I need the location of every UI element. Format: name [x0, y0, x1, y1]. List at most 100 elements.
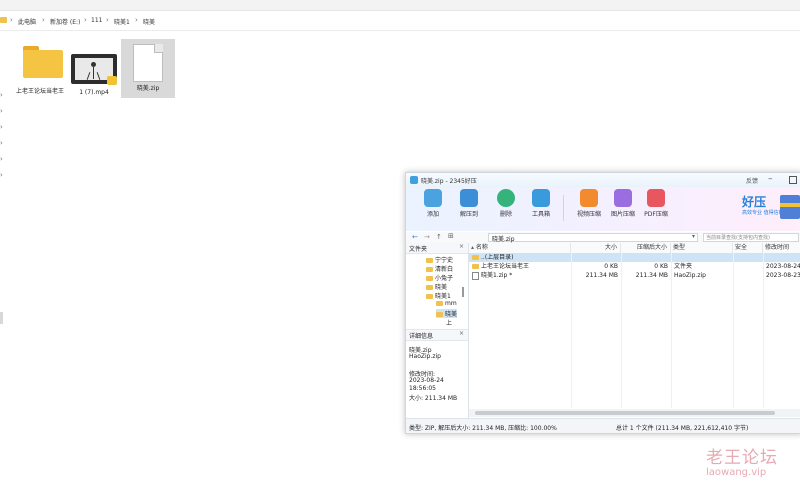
delete-icon	[497, 189, 515, 207]
pdf-compress-label: PDF压缩	[644, 211, 668, 218]
watermark-url: laowang.vip	[706, 467, 767, 478]
table-row[interactable]: 晓美1.zip * 211.34 MB 211.34 MB HaoZip.zip…	[469, 271, 800, 280]
scrollbar-thumb[interactable]	[0, 312, 3, 324]
column-divider	[671, 253, 672, 408]
search-placeholder: 当前目录查找(支持包内查找)	[706, 235, 770, 241]
detail-line: 2023-08-24	[409, 377, 444, 384]
window-title: 晓美.zip - 2345好压	[421, 178, 477, 185]
brand-name: 好压	[742, 195, 767, 209]
column-header-name[interactable]: ▴ 名称	[469, 243, 571, 253]
expand-arrow-icon[interactable]: ›	[0, 155, 3, 163]
row-size: 0 KB	[604, 263, 618, 270]
left-panel: 文件夹 × 宁宁史 清新白 小兔子 晓美 晓美1 mm 晓美 上 详细信息 × …	[406, 243, 469, 418]
tree-item[interactable]: 晓美1	[426, 291, 451, 300]
tree-item[interactable]: 清新白	[426, 264, 453, 273]
tree-scrollbar[interactable]	[462, 287, 464, 297]
breadcrumb-item[interactable]: 新加卷 (E:)	[50, 17, 80, 26]
details-pane-title: 详细信息	[409, 333, 434, 340]
brand-slogan: 高效专业 值得信赖	[742, 210, 784, 216]
up-arrow-icon[interactable]: ↑	[436, 233, 442, 241]
expand-arrow-icon[interactable]: ›	[0, 91, 3, 99]
dropdown-arrow-icon[interactable]: ▾	[692, 233, 695, 240]
column-header-size[interactable]: 大小	[571, 243, 621, 253]
breadcrumb-item[interactable]: 此电脑	[18, 17, 36, 26]
horizontal-scrollbar[interactable]	[469, 409, 800, 417]
view-icon[interactable]: ⊞	[448, 232, 454, 240]
expand-arrow-icon[interactable]: ›	[0, 123, 3, 131]
minimize-icon[interactable]: –	[768, 174, 773, 184]
table-row-selected[interactable]: ..(上层目录)	[469, 253, 800, 262]
file-name: 1 (7).mp4	[79, 89, 109, 96]
feedback-link[interactable]: 反馈	[746, 176, 758, 185]
scrollbar-thumb[interactable]	[475, 411, 775, 415]
column-header-security[interactable]: 安全	[733, 243, 763, 253]
row-packed: 211.34 MB	[635, 272, 668, 279]
file-name: 晓美.zip	[136, 85, 160, 92]
breadcrumb-item[interactable]: 111	[91, 17, 102, 24]
path-field[interactable]: 晓美.zip ▾	[488, 233, 698, 243]
chevron-right-icon: ›	[10, 16, 13, 24]
tree-item[interactable]: mm	[436, 300, 457, 307]
expand-arrow-icon[interactable]: ›	[0, 107, 3, 115]
video-compress-button[interactable]: 视频压缩	[572, 189, 606, 218]
address-bar[interactable]: › 此电脑 › 新加卷 (E:) › 111 › 晓美1 › 晓美	[0, 12, 800, 31]
tree-item[interactable]: 宁宁史	[426, 255, 453, 264]
column-divider	[571, 253, 572, 408]
close-icon[interactable]: ×	[459, 243, 464, 250]
row-packed: 0 KB	[654, 263, 668, 270]
tree-item[interactable]: 小兔子	[426, 273, 453, 282]
zip-file-icon	[472, 271, 479, 280]
chevron-right-icon: ›	[106, 16, 109, 24]
tree-item[interactable]: 晓美	[426, 282, 447, 291]
image-compress-button[interactable]: 图片压缩	[606, 189, 640, 218]
breadcrumb-item[interactable]: 晓美	[143, 17, 155, 26]
toolbox-button[interactable]: 工具箱	[524, 189, 558, 218]
status-left: 类型: ZIP, 解压后大小: 211.34 MB, 压缩比: 100.00%	[409, 425, 557, 432]
folder-icon	[472, 264, 479, 269]
expand-arrow-icon[interactable]: ›	[0, 171, 3, 179]
row-name: 上老王论坛当老王	[472, 262, 529, 271]
chevron-right-icon: ›	[135, 16, 138, 24]
tree-item-selected[interactable]: 晓美	[436, 309, 458, 318]
watermark-text: 老王论坛	[706, 448, 778, 468]
file-item-zip-selected[interactable]: 晓美.zip	[121, 39, 175, 98]
breadcrumb-item[interactable]: 晓美1	[114, 17, 130, 26]
search-input[interactable]: 当前目录查找(支持包内查找)	[703, 233, 799, 242]
file-item-video[interactable]: 1 (7).mp4	[66, 42, 122, 97]
close-icon[interactable]: ×	[459, 330, 464, 337]
row-size: 211.34 MB	[585, 272, 618, 279]
delete-label: 删除	[499, 211, 512, 218]
toolbar-divider	[563, 195, 564, 221]
delete-button[interactable]: 删除	[489, 189, 523, 218]
toolbox-icon	[532, 189, 550, 207]
forward-arrow-icon[interactable]: →	[424, 233, 430, 241]
file-name: 上老王论坛当老王	[15, 88, 64, 95]
extract-button[interactable]: 解压到	[452, 189, 486, 218]
table-row[interactable]: 上老王论坛当老王 0 KB 0 KB 文件夹 2023-08-24	[469, 262, 800, 271]
zip-file-icon	[133, 44, 163, 82]
toolbar: 添加 解压到 删除 工具箱 视频压缩 图片压缩 PDF压缩 好压 高效专业 值得…	[406, 187, 800, 231]
tree-item[interactable]: 上	[446, 318, 452, 327]
column-divider	[763, 253, 764, 408]
back-arrow-icon[interactable]: ←	[412, 233, 418, 241]
column-header-modified[interactable]: 修改时间	[763, 243, 800, 253]
path-value: 晓美.zip	[492, 236, 515, 243]
folder-pane-header: 文件夹 ×	[406, 243, 468, 254]
column-header-type[interactable]: 类型	[671, 243, 733, 253]
pdf-compress-button[interactable]: PDF压缩	[639, 189, 673, 218]
maximize-icon[interactable]	[789, 176, 797, 184]
video-compress-label: 视频压缩	[576, 211, 601, 218]
file-item-folder[interactable]: 上老王论坛当老王	[12, 42, 68, 96]
chevron-right-icon: ›	[42, 16, 45, 24]
add-button[interactable]: 添加	[416, 189, 450, 218]
add-icon	[424, 189, 442, 207]
folder-icon	[426, 267, 433, 272]
chevron-right-icon: ›	[84, 16, 87, 24]
folder-icon	[426, 258, 433, 263]
column-header-packed[interactable]: 压缩后大小	[621, 243, 671, 253]
expand-arrow-icon[interactable]: ›	[0, 139, 3, 147]
toolbox-label: 工具箱	[531, 211, 550, 218]
column-divider	[621, 253, 622, 408]
explorer-top-strip	[0, 0, 800, 11]
row-type: 文件夹	[674, 263, 693, 270]
